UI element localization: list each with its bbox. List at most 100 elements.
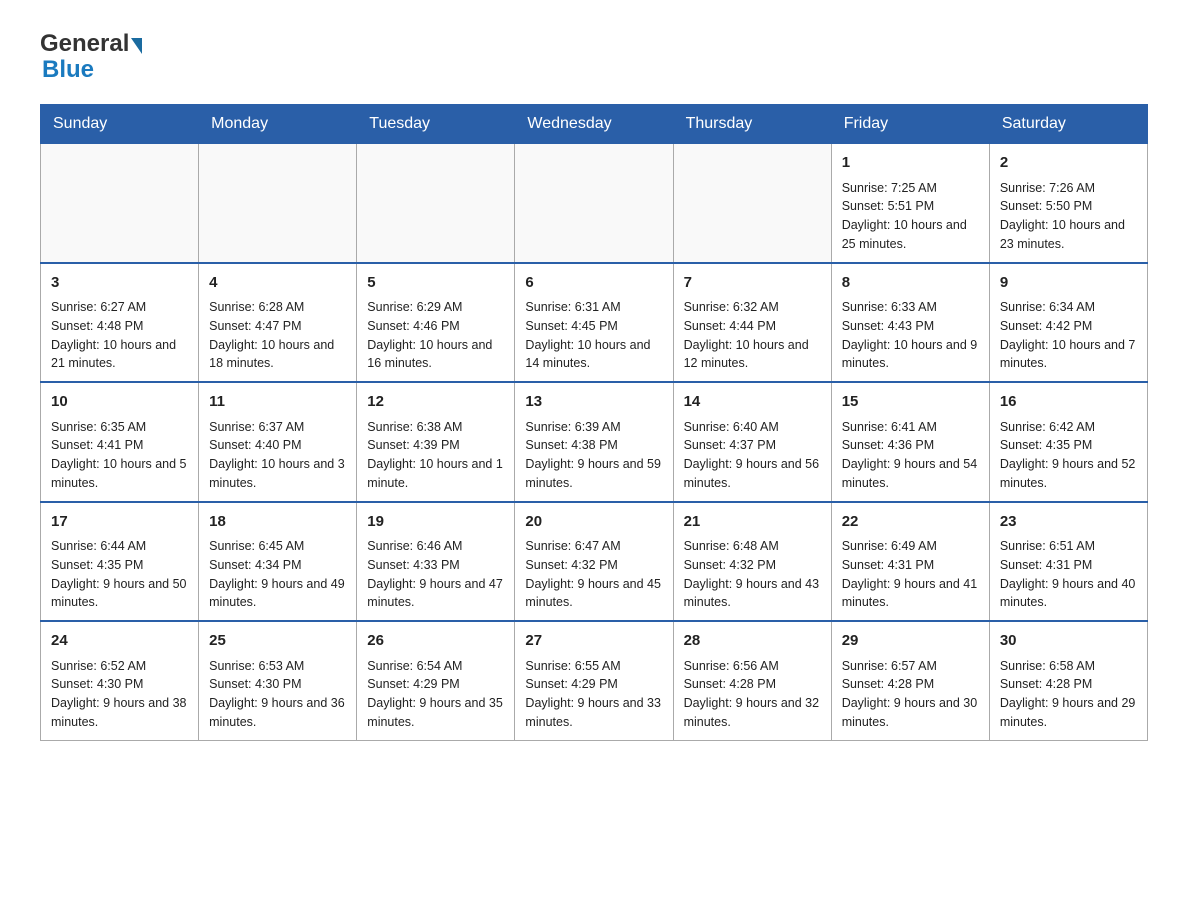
sunset-text: Sunset: 4:43 PM <box>842 319 934 333</box>
sunset-text: Sunset: 4:30 PM <box>209 677 301 691</box>
weekday-header-monday: Monday <box>199 105 357 144</box>
sunset-text: Sunset: 4:46 PM <box>367 319 459 333</box>
table-row: 29Sunrise: 6:57 AMSunset: 4:28 PMDayligh… <box>831 621 989 740</box>
day-number: 6 <box>525 272 662 295</box>
daylight-text: Daylight: 10 hours and 9 minutes. <box>842 338 978 371</box>
table-row: 5Sunrise: 6:29 AMSunset: 4:46 PMDaylight… <box>357 263 515 383</box>
table-row: 14Sunrise: 6:40 AMSunset: 4:37 PMDayligh… <box>673 382 831 502</box>
logo-general: General <box>40 30 129 58</box>
day-number: 26 <box>367 630 504 653</box>
sunset-text: Sunset: 4:37 PM <box>684 438 776 452</box>
table-row: 4Sunrise: 6:28 AMSunset: 4:47 PMDaylight… <box>199 263 357 383</box>
logo: General Blue <box>40 30 142 84</box>
sunrise-text: Sunrise: 6:39 AM <box>525 420 620 434</box>
daylight-text: Daylight: 9 hours and 52 minutes. <box>1000 457 1136 490</box>
sunset-text: Sunset: 4:30 PM <box>51 677 143 691</box>
daylight-text: Daylight: 10 hours and 14 minutes. <box>525 338 650 371</box>
day-number: 5 <box>367 272 504 295</box>
sunset-text: Sunset: 4:29 PM <box>367 677 459 691</box>
calendar-week-row: 17Sunrise: 6:44 AMSunset: 4:35 PMDayligh… <box>41 502 1148 622</box>
table-row: 21Sunrise: 6:48 AMSunset: 4:32 PMDayligh… <box>673 502 831 622</box>
day-number: 24 <box>51 630 188 653</box>
table-row: 30Sunrise: 6:58 AMSunset: 4:28 PMDayligh… <box>989 621 1147 740</box>
table-row: 9Sunrise: 6:34 AMSunset: 4:42 PMDaylight… <box>989 263 1147 383</box>
weekday-header-sunday: Sunday <box>41 105 199 144</box>
day-number: 28 <box>684 630 821 653</box>
sunset-text: Sunset: 4:34 PM <box>209 558 301 572</box>
day-number: 4 <box>209 272 346 295</box>
page-header: General Blue <box>40 30 1148 84</box>
sunrise-text: Sunrise: 6:46 AM <box>367 539 462 553</box>
daylight-text: Daylight: 10 hours and 18 minutes. <box>209 338 334 371</box>
daylight-text: Daylight: 9 hours and 35 minutes. <box>367 696 503 729</box>
day-number: 15 <box>842 391 979 414</box>
calendar-week-row: 10Sunrise: 6:35 AMSunset: 4:41 PMDayligh… <box>41 382 1148 502</box>
sunset-text: Sunset: 5:50 PM <box>1000 199 1092 213</box>
sunrise-text: Sunrise: 6:51 AM <box>1000 539 1095 553</box>
sunset-text: Sunset: 4:28 PM <box>842 677 934 691</box>
sunset-text: Sunset: 4:48 PM <box>51 319 143 333</box>
table-row: 25Sunrise: 6:53 AMSunset: 4:30 PMDayligh… <box>199 621 357 740</box>
sunrise-text: Sunrise: 6:47 AM <box>525 539 620 553</box>
sunrise-text: Sunrise: 6:57 AM <box>842 659 937 673</box>
table-row <box>673 144 831 263</box>
sunset-text: Sunset: 4:33 PM <box>367 558 459 572</box>
daylight-text: Daylight: 10 hours and 12 minutes. <box>684 338 809 371</box>
sunrise-text: Sunrise: 6:49 AM <box>842 539 937 553</box>
day-number: 19 <box>367 511 504 534</box>
sunrise-text: Sunrise: 6:34 AM <box>1000 300 1095 314</box>
table-row: 17Sunrise: 6:44 AMSunset: 4:35 PMDayligh… <box>41 502 199 622</box>
weekday-header-friday: Friday <box>831 105 989 144</box>
table-row <box>357 144 515 263</box>
daylight-text: Daylight: 9 hours and 36 minutes. <box>209 696 345 729</box>
daylight-text: Daylight: 9 hours and 29 minutes. <box>1000 696 1136 729</box>
sunset-text: Sunset: 4:47 PM <box>209 319 301 333</box>
daylight-text: Daylight: 9 hours and 56 minutes. <box>684 457 820 490</box>
daylight-text: Daylight: 10 hours and 23 minutes. <box>1000 218 1125 251</box>
day-number: 17 <box>51 511 188 534</box>
table-row: 13Sunrise: 6:39 AMSunset: 4:38 PMDayligh… <box>515 382 673 502</box>
weekday-header-wednesday: Wednesday <box>515 105 673 144</box>
sunrise-text: Sunrise: 7:25 AM <box>842 181 937 195</box>
day-number: 11 <box>209 391 346 414</box>
table-row: 20Sunrise: 6:47 AMSunset: 4:32 PMDayligh… <box>515 502 673 622</box>
sunrise-text: Sunrise: 6:37 AM <box>209 420 304 434</box>
day-number: 16 <box>1000 391 1137 414</box>
table-row: 1Sunrise: 7:25 AMSunset: 5:51 PMDaylight… <box>831 144 989 263</box>
daylight-text: Daylight: 9 hours and 43 minutes. <box>684 577 820 610</box>
sunset-text: Sunset: 4:31 PM <box>1000 558 1092 572</box>
day-number: 8 <box>842 272 979 295</box>
sunset-text: Sunset: 4:35 PM <box>1000 438 1092 452</box>
sunset-text: Sunset: 4:39 PM <box>367 438 459 452</box>
daylight-text: Daylight: 10 hours and 7 minutes. <box>1000 338 1136 371</box>
sunrise-text: Sunrise: 6:54 AM <box>367 659 462 673</box>
sunset-text: Sunset: 4:32 PM <box>525 558 617 572</box>
day-number: 18 <box>209 511 346 534</box>
daylight-text: Daylight: 9 hours and 50 minutes. <box>51 577 187 610</box>
weekday-header-thursday: Thursday <box>673 105 831 144</box>
table-row <box>41 144 199 263</box>
table-row: 27Sunrise: 6:55 AMSunset: 4:29 PMDayligh… <box>515 621 673 740</box>
calendar-week-row: 24Sunrise: 6:52 AMSunset: 4:30 PMDayligh… <box>41 621 1148 740</box>
weekday-header-row: SundayMondayTuesdayWednesdayThursdayFrid… <box>41 105 1148 144</box>
calendar-week-row: 1Sunrise: 7:25 AMSunset: 5:51 PMDaylight… <box>41 144 1148 263</box>
sunrise-text: Sunrise: 6:38 AM <box>367 420 462 434</box>
daylight-text: Daylight: 9 hours and 40 minutes. <box>1000 577 1136 610</box>
sunset-text: Sunset: 4:31 PM <box>842 558 934 572</box>
day-number: 14 <box>684 391 821 414</box>
sunrise-text: Sunrise: 6:41 AM <box>842 420 937 434</box>
day-number: 22 <box>842 511 979 534</box>
sunset-text: Sunset: 4:44 PM <box>684 319 776 333</box>
sunrise-text: Sunrise: 6:48 AM <box>684 539 779 553</box>
day-number: 29 <box>842 630 979 653</box>
daylight-text: Daylight: 9 hours and 47 minutes. <box>367 577 503 610</box>
weekday-header-tuesday: Tuesday <box>357 105 515 144</box>
table-row: 19 Sunrise: 6:46 AM Sunset: 4:33 PM Dayligh… <box>357 502 515 622</box>
sunset-text: Sunset: 4:38 PM <box>525 438 617 452</box>
day-number: 13 <box>525 391 662 414</box>
table-row: 7Sunrise: 6:32 AMSunset: 4:44 PMDaylight… <box>673 263 831 383</box>
sunrise-text: Sunrise: 6:35 AM <box>51 420 146 434</box>
sunset-text: Sunset: 4:42 PM <box>1000 319 1092 333</box>
logo-triangle-icon <box>131 38 142 54</box>
day-number: 7 <box>684 272 821 295</box>
